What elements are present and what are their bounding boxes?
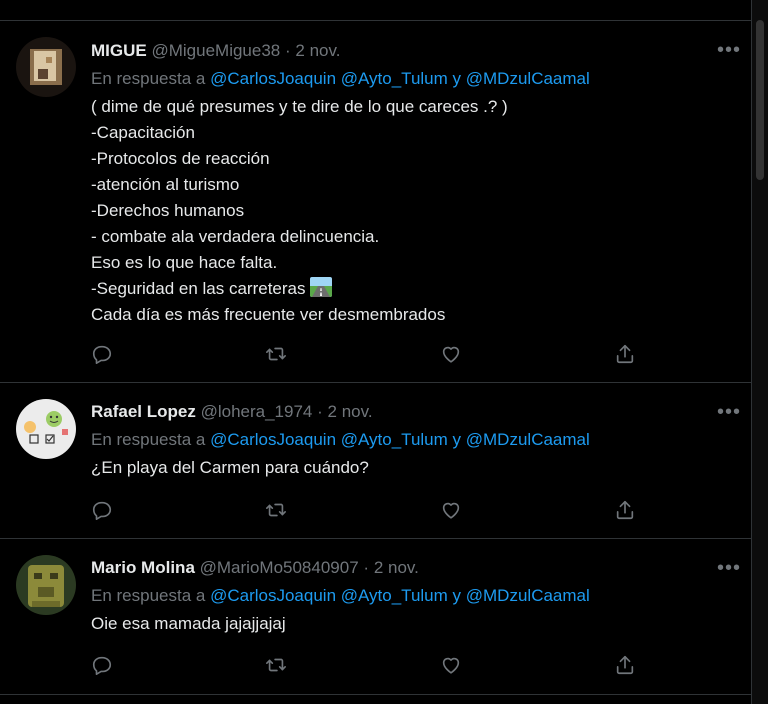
avatar[interactable] (16, 399, 76, 459)
tweet-line: ( dime de qué presumes y te dire de lo q… (91, 97, 508, 116)
retweet-icon[interactable] (265, 343, 289, 367)
tweet-date[interactable]: 2 nov. (328, 402, 373, 421)
mention-link[interactable]: @Ayto_Tulum (341, 586, 448, 605)
share-icon[interactable] (614, 499, 638, 523)
tweet-text: ( dime de qué presumes y te dire de lo q… (91, 94, 508, 328)
tweet-line: -Derechos humanos (91, 201, 245, 220)
reply-prefix: En respuesta a (91, 430, 206, 449)
reply-context: En respuesta a @CarlosJoaquin @Ayto_Tulu… (91, 586, 590, 606)
mention-link[interactable]: @MDzulCaamal (466, 586, 590, 605)
tweet-line-with-emoji: -Seguridad en las carreteras (91, 276, 508, 302)
mention-link[interactable]: @MDzulCaamal (466, 430, 590, 449)
mention-link[interactable]: @CarlosJoaquin (210, 586, 336, 605)
tweet-actions (91, 343, 651, 367)
mention-link[interactable]: @MDzulCaamal (466, 69, 590, 88)
reply-conjunction: y (452, 69, 462, 88)
tweet-text: ¿En playa del Carmen para cuándo? (91, 455, 369, 481)
tweet-actions (91, 654, 651, 678)
more-options-icon[interactable]: ••• (712, 402, 746, 425)
tweet-line: -Capacitación (91, 123, 195, 142)
tweet-line: -Protocolos de reacción (91, 149, 270, 168)
like-icon[interactable] (440, 343, 464, 367)
retweet-icon[interactable] (265, 654, 289, 678)
tweet-mario-molina[interactable]: Mario Molina @MarioMo50840907 · 2 nov. •… (0, 540, 752, 695)
tweet-line: ¿En playa del Carmen para cuándo? (91, 458, 369, 477)
reply-conjunction: y (452, 586, 462, 605)
author-name[interactable]: Mario Molina (91, 558, 195, 577)
reply-prefix: En respuesta a (91, 586, 206, 605)
share-icon[interactable] (614, 654, 638, 678)
scrollbar[interactable] (752, 0, 768, 704)
share-icon[interactable] (614, 343, 638, 367)
author-handle[interactable]: @MigueMigue38 (151, 41, 280, 60)
mention-link[interactable]: @CarlosJoaquin (210, 430, 336, 449)
tweet-rafael-lopez[interactable]: Rafael Lopez @lohera_1974 · 2 nov. ••• E… (0, 384, 752, 539)
author-name[interactable]: Rafael Lopez (91, 402, 196, 421)
scrollbar-thumb[interactable] (756, 20, 764, 180)
tweet-migue[interactable]: MIGUE @MigueMigue38 · 2 nov. ••• En resp… (0, 21, 752, 383)
retweet-icon[interactable] (265, 499, 289, 523)
reply-context: En respuesta a @CarlosJoaquin @Ayto_Tulu… (91, 69, 590, 89)
more-options-icon[interactable]: ••• (712, 40, 746, 63)
mention-link[interactable]: @CarlosJoaquin (210, 69, 336, 88)
avatar[interactable] (16, 37, 76, 97)
reply-icon[interactable] (91, 343, 115, 367)
reply-icon[interactable] (91, 499, 115, 523)
timeline: MIGUE @MigueMigue38 · 2 nov. ••• En resp… (0, 0, 752, 704)
author-handle[interactable]: @MarioMo50840907 (200, 558, 359, 577)
tweet-line: - combate ala verdadera delincuencia. (91, 227, 380, 246)
road-emoji-icon (309, 277, 332, 297)
separator: · (284, 41, 291, 60)
more-options-icon[interactable]: ••• (712, 558, 746, 581)
tweet-line: -atención al turismo (91, 175, 240, 194)
tweet-date[interactable]: 2 nov. (295, 41, 340, 60)
reply-prefix: En respuesta a (91, 69, 206, 88)
reply-icon[interactable] (91, 654, 115, 678)
reply-context: En respuesta a @CarlosJoaquin @Ayto_Tulu… (91, 430, 590, 450)
like-icon[interactable] (440, 499, 464, 523)
tweet-actions (91, 499, 651, 523)
tweet-text: Oie esa mamada jajajjajaj (91, 611, 286, 637)
reply-conjunction: y (452, 430, 462, 449)
like-icon[interactable] (440, 654, 464, 678)
mention-link[interactable]: @Ayto_Tulum (341, 430, 448, 449)
author-name[interactable]: MIGUE (91, 41, 147, 60)
separator: · (363, 558, 370, 577)
tweet-date[interactable]: 2 nov. (374, 558, 419, 577)
tweet-line: Cada día es más frecuente ver desmembrad… (91, 305, 446, 324)
author-handle[interactable]: @lohera_1974 (201, 402, 313, 421)
avatar[interactable] (16, 555, 76, 615)
tweet-line: -Seguridad en las carreteras (91, 279, 306, 298)
tweet-line: Eso es lo que hace falta. (91, 253, 278, 272)
tweet-line: Oie esa mamada jajajjajaj (91, 614, 286, 633)
separator: · (317, 402, 323, 421)
mention-link[interactable]: @Ayto_Tulum (341, 69, 448, 88)
